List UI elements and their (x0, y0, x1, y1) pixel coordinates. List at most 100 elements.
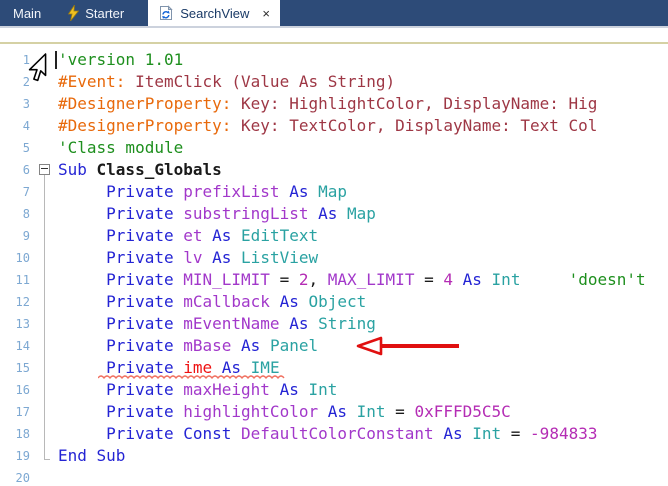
fold-gutter (34, 445, 58, 467)
code-token: mCallback (183, 292, 280, 311)
code-token: #DesignerProperty: (58, 94, 232, 113)
code-line[interactable]: 1'version 1.01 (0, 49, 668, 71)
tab-main[interactable]: Main (0, 0, 54, 26)
line-number[interactable]: 20 (0, 467, 34, 486)
code-token: 0xFFFD5C5C (414, 402, 511, 421)
line-number[interactable]: 12 (0, 291, 34, 313)
code-text: Private mBase As Panel (58, 335, 668, 357)
line-number[interactable]: 6 (0, 159, 34, 181)
tab-searchview-label: SearchView (180, 5, 250, 21)
code-line[interactable]: 8 Private substringList As Map (0, 203, 668, 225)
line-number[interactable]: 17 (0, 401, 34, 423)
code-token: Private (58, 336, 184, 355)
fold-guide (44, 379, 45, 401)
line-number[interactable]: 4 (0, 115, 34, 137)
code-token: Private (58, 204, 184, 223)
code-token: As (212, 226, 242, 245)
code-token: Private (58, 292, 184, 311)
line-number[interactable]: 16 (0, 379, 34, 401)
ide-window: { "tab_bar": { "tabs": [ { "label": "Mai… (0, 0, 668, 486)
line-number[interactable]: 3 (0, 93, 34, 115)
tab-bar: Main Starter SearchView × (0, 0, 668, 28)
code-line[interactable]: 7 Private prefixList As Map (0, 181, 668, 203)
tab-main-label: Main (13, 5, 42, 21)
class-module-icon (158, 5, 174, 21)
lightning-icon (68, 5, 80, 21)
code-token: Int (308, 380, 338, 399)
code-token: As (318, 204, 347, 223)
code-token: maxHeight (183, 380, 280, 399)
code-token: Private (58, 270, 184, 289)
code-token: Private (58, 380, 184, 399)
fold-guide (44, 423, 45, 445)
fold-gutter (34, 225, 58, 247)
code-token: As (462, 270, 492, 289)
code-token: DefaultColorConstant (241, 424, 444, 443)
code-token: As (289, 182, 319, 201)
code-token: MAX_LIMIT (327, 270, 415, 289)
code-text: 'version 1.01 (55, 49, 668, 71)
code-line[interactable]: 19 End Sub (0, 445, 668, 467)
code-line[interactable]: 18 Private Const DefaultColorConstant As… (0, 423, 668, 445)
line-number[interactable]: 5 (0, 137, 34, 159)
code-line[interactable]: 15 Private ime As IME (0, 357, 668, 380)
close-tab-icon[interactable]: × (262, 7, 270, 20)
code-token: End Sub (58, 446, 126, 465)
code-text: Private ime As IME (58, 357, 668, 380)
code-text: #DesignerProperty: Key: TextColor, Displ… (58, 115, 668, 137)
code-line[interactable]: 13 Private mEventName As String (0, 313, 668, 335)
fold-gutter (34, 379, 58, 401)
line-number[interactable]: 7 (0, 181, 34, 203)
code-token: Object (308, 292, 367, 311)
code-token: Int (472, 424, 502, 443)
code-line[interactable]: 11 Private MIN_LIMIT = 2, MAX_LIMIT = 4 … (0, 269, 668, 291)
code-token: Map (318, 182, 348, 201)
line-number[interactable]: 19 (0, 445, 34, 467)
fold-gutter (34, 159, 58, 181)
code-line[interactable]: 17 Private highlightColor As Int = 0xFFF… (0, 401, 668, 423)
code-editor[interactable]: 1'version 1.01 2 #Event: ItemClick (Value … (0, 44, 668, 486)
line-number[interactable]: 15 (0, 357, 34, 379)
line-number[interactable]: 8 (0, 203, 34, 225)
code-token: Class_Globals (96, 160, 222, 179)
code-line[interactable]: 16 Private maxHeight As Int (0, 379, 668, 401)
fold-gutter (34, 181, 58, 203)
code-line[interactable]: 5 'Class module (0, 137, 668, 159)
fold-collapse-icon[interactable] (39, 164, 50, 175)
tab-searchview[interactable]: SearchView × (148, 0, 280, 26)
code-line[interactable]: 20 (0, 467, 668, 486)
code-token: As (443, 424, 473, 443)
line-number[interactable]: 9 (0, 225, 34, 247)
line-number[interactable]: 14 (0, 335, 34, 357)
code-token: Int (491, 270, 521, 289)
code-line[interactable]: 12 Private mCallback As Object (0, 291, 668, 313)
code-token: MIN_LIMIT (183, 270, 270, 289)
code-token: Map (347, 204, 376, 223)
code-token: 'version 1.01 (58, 50, 184, 69)
code-token: highlightColor (183, 402, 328, 421)
code-token: Private (58, 402, 184, 421)
code-token: Private (58, 182, 184, 201)
code-line[interactable]: 6 Sub Class_Globals (0, 159, 668, 181)
code-line[interactable]: 2 #Event: ItemClick (Value As String) (0, 71, 668, 93)
line-number[interactable]: 10 (0, 247, 34, 269)
line-number[interactable]: 18 (0, 423, 34, 445)
code-line[interactable]: 9 Private et As EditText (0, 225, 668, 247)
fold-gutter (34, 203, 58, 225)
code-token: As (212, 248, 242, 267)
code-text: Private et As EditText (58, 225, 668, 247)
code-token: #Event: (58, 72, 126, 91)
line-number[interactable]: 11 (0, 269, 34, 291)
code-token: et (183, 226, 213, 245)
code-line[interactable]: 14 Private mBase As Panel (0, 335, 668, 357)
code-token: = (414, 270, 444, 289)
tab-starter[interactable]: Starter (58, 0, 134, 26)
code-text: 'Class module (58, 137, 668, 159)
line-number[interactable]: 13 (0, 313, 34, 335)
code-line[interactable]: 10 Private lv As ListView (0, 247, 668, 269)
code-line[interactable]: 3 #DesignerProperty: Key: HighlightColor,… (0, 93, 668, 115)
code-token: lv (183, 248, 213, 267)
code-line[interactable]: 4 #DesignerProperty: Key: TextColor, Disp… (0, 115, 668, 137)
